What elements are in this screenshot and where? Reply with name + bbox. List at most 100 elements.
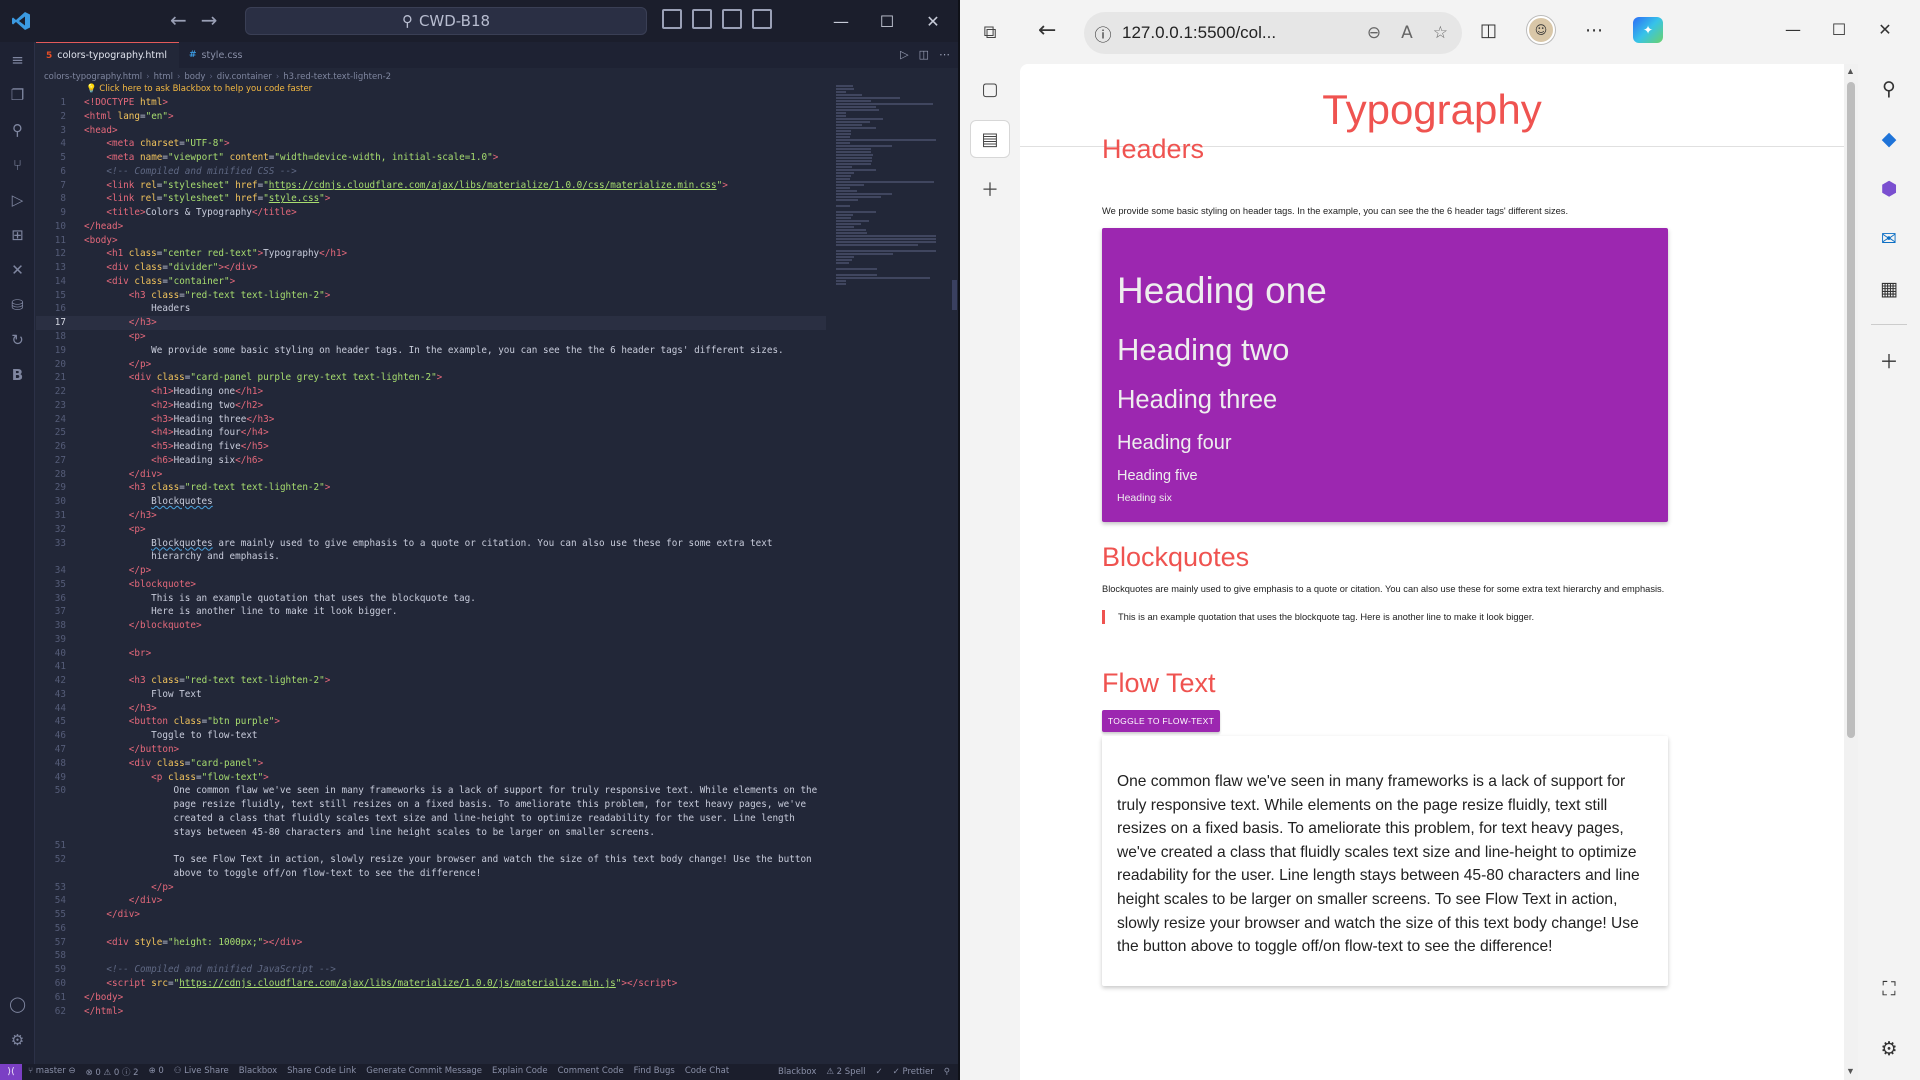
code-line[interactable]: 37 Here is another line to make it look … <box>36 605 826 619</box>
status-item[interactable]: ⚲ <box>944 1067 950 1077</box>
account-icon[interactable]: ◯ <box>0 986 35 1021</box>
close-icon[interactable]: ✕ <box>910 0 956 42</box>
more-actions-icon[interactable]: ⋯ <box>939 48 950 61</box>
run-debug-icon[interactable]: ▷ <box>0 182 35 217</box>
zoom-icon[interactable]: ⊖ <box>1367 23 1381 43</box>
source-control-icon[interactable]: ⑂ <box>0 147 35 182</box>
code-line[interactable]: 32 <p> <box>36 523 826 537</box>
code-line[interactable]: 45 <button class="btn purple"> <box>36 715 826 729</box>
code-line[interactable]: 20 </p> <box>36 358 826 372</box>
status-item[interactable]: ✓ <box>876 1067 883 1077</box>
toggle-panel-icon[interactable] <box>692 9 712 29</box>
status-item[interactable]: Blackbox <box>778 1067 816 1077</box>
add-sidebar-app-icon[interactable]: ＋ <box>1858 335 1920 385</box>
more-menu-icon[interactable]: ⋯ <box>1585 20 1603 41</box>
back-arrow-icon[interactable]: ← <box>170 8 187 32</box>
code-line[interactable]: 28 </div> <box>36 468 826 482</box>
code-line[interactable]: 16 Headers <box>36 302 826 316</box>
status-item[interactable]: Generate Commit Message <box>366 1066 482 1078</box>
code-line[interactable]: 9 <title>Colors & Typography</title> <box>36 206 826 220</box>
breadcrumb-item[interactable]: body <box>184 72 205 82</box>
toggle-flow-text-button[interactable]: TOGGLE TO FLOW-TEXT <box>1102 710 1220 732</box>
address-bar[interactable]: ⓘ 127.0.0.1:5500/col... ⊖ A ☆ <box>1084 12 1462 54</box>
toggle-primary-sidebar-icon[interactable] <box>662 9 682 29</box>
code-line[interactable]: 13 <div class="divider"></div> <box>36 261 826 275</box>
code-line[interactable]: 10 </head> <box>36 220 826 234</box>
tab-colors-typography[interactable]: 5 colors-typography.html <box>36 42 179 68</box>
forward-arrow-icon[interactable]: → <box>201 8 218 32</box>
minimize-icon[interactable]: — <box>818 0 864 42</box>
scroll-down-icon[interactable]: ▼ <box>1846 1066 1855 1076</box>
blackbox-hint[interactable]: 💡 Click here to ask Blackbox to help you… <box>86 84 312 94</box>
code-line[interactable]: 35 <blockquote> <box>36 578 826 592</box>
active-tab[interactable]: ▤ <box>960 114 1020 164</box>
code-line[interactable]: 41 <box>36 660 826 674</box>
code-line[interactable]: 34 </p> <box>36 564 826 578</box>
split-screen-icon[interactable]: ◫ <box>1480 20 1497 41</box>
code-line[interactable]: 1 <!DOCTYPE html> <box>36 96 826 110</box>
code-line[interactable]: 56 <box>36 922 826 936</box>
code-line[interactable]: above to toggle off/on flow-text to see … <box>36 867 826 881</box>
code-line[interactable]: 27 <h6>Heading six</h6> <box>36 454 826 468</box>
outlook-icon[interactable]: ✉ <box>1858 214 1920 264</box>
code-line[interactable]: 61 </body> <box>36 991 826 1005</box>
ai-icon[interactable]: ✕ <box>0 252 35 287</box>
code-line[interactable]: 26 <h5>Heading five</h5> <box>36 440 826 454</box>
read-aloud-icon[interactable]: A <box>1401 23 1413 43</box>
code-line[interactable]: 22 <h1>Heading one</h1> <box>36 385 826 399</box>
code-line[interactable]: 52 To see Flow Text in action, slowly re… <box>36 853 826 867</box>
code-line[interactable]: 25 <h4>Heading four</h4> <box>36 426 826 440</box>
back-arrow-icon[interactable]: ← <box>1038 18 1056 43</box>
screenshot-icon[interactable]: ⛶ <box>1858 964 1920 1014</box>
status-item[interactable]: ⚠ 2 Spell <box>826 1067 865 1077</box>
status-item[interactable]: Comment Code <box>558 1066 624 1078</box>
code-line[interactable]: 21 <div class="card-panel purple grey-te… <box>36 371 826 385</box>
code-line[interactable]: 33 Blockquotes are mainly used to give e… <box>36 537 826 551</box>
run-icon[interactable]: ▷ <box>900 48 908 61</box>
status-item[interactable]: Code Chat <box>685 1066 729 1078</box>
status-item[interactable]: Find Bugs <box>634 1066 675 1078</box>
remote-icon[interactable]: ⛁ <box>0 287 35 322</box>
site-info-icon[interactable]: ⓘ <box>1084 21 1122 46</box>
profile-avatar[interactable]: ☺ <box>1527 16 1556 44</box>
scroll-thumb[interactable] <box>1847 82 1855 738</box>
code-line[interactable]: 59 <!-- Compiled and minified JavaScript… <box>36 963 826 977</box>
code-line[interactable]: 24 <h3>Heading three</h3> <box>36 413 826 427</box>
live-share-icon[interactable]: ↻ <box>0 322 35 357</box>
code-line[interactable]: 19 We provide some basic styling on head… <box>36 344 826 358</box>
code-line[interactable]: 48 <div class="card-panel"> <box>36 757 826 771</box>
code-line[interactable]: 29 <h3 class="red-text text-lighten-2"> <box>36 481 826 495</box>
close-icon[interactable]: ✕ <box>1862 8 1908 50</box>
code-line[interactable]: 11 <body> <box>36 234 826 248</box>
code-line[interactable]: 17 </h3> <box>36 316 826 331</box>
explorer-icon[interactable]: ❐ <box>0 77 35 112</box>
search-icon[interactable]: ⚲ <box>0 112 35 147</box>
breadcrumb-item[interactable]: h3.red-text.text-lighten-2 <box>283 72 391 82</box>
breadcrumb-item[interactable]: div.container <box>217 72 272 82</box>
page-scrollbar[interactable]: ▲ ▼ <box>1844 64 1858 1080</box>
code-line[interactable]: 53 </p> <box>36 881 826 895</box>
minimap[interactable] <box>836 84 948 285</box>
tab-actions-icon[interactable]: ⧉ <box>960 0 1020 64</box>
code-line[interactable]: 42 <h3 class="red-text text-lighten-2"> <box>36 674 826 688</box>
code-line[interactable]: 2 <html lang="en"> <box>36 110 826 124</box>
favorite-star-icon[interactable]: ☆ <box>1433 23 1448 43</box>
code-line[interactable]: 36 This is an example quotation that use… <box>36 592 826 606</box>
code-line[interactable]: 3 <head> <box>36 124 826 138</box>
editor-scrollbar[interactable] <box>952 280 957 310</box>
minimize-icon[interactable]: — <box>1770 8 1816 50</box>
menu-icon[interactable]: ≡ <box>0 42 35 77</box>
code-line[interactable]: 50 One common flaw we've seen in many fr… <box>36 784 826 798</box>
sidebar-settings-icon[interactable]: ⚙ <box>1858 1024 1920 1074</box>
code-line[interactable]: 60 <script src="https://cdnjs.cloudflare… <box>36 977 826 991</box>
breadcrumb-item[interactable]: html <box>154 72 173 82</box>
customize-layout-icon[interactable] <box>752 9 772 29</box>
code-line[interactable]: 54 </div> <box>36 894 826 908</box>
code-line[interactable]: 57 <div style="height: 1000px;"></div> <box>36 936 826 950</box>
code-line[interactable]: 12 <h1 class="center red-text">Typograph… <box>36 247 826 261</box>
status-item[interactable]: ✓ Prettier <box>893 1067 934 1077</box>
code-line[interactable]: 40 <br> <box>36 647 826 661</box>
code-line[interactable]: 5 <meta name="viewport" content="width=d… <box>36 151 826 165</box>
code-line[interactable]: 7 <link rel="stylesheet" href="https://c… <box>36 179 826 193</box>
split-editor-icon[interactable]: ◫ <box>919 48 929 61</box>
